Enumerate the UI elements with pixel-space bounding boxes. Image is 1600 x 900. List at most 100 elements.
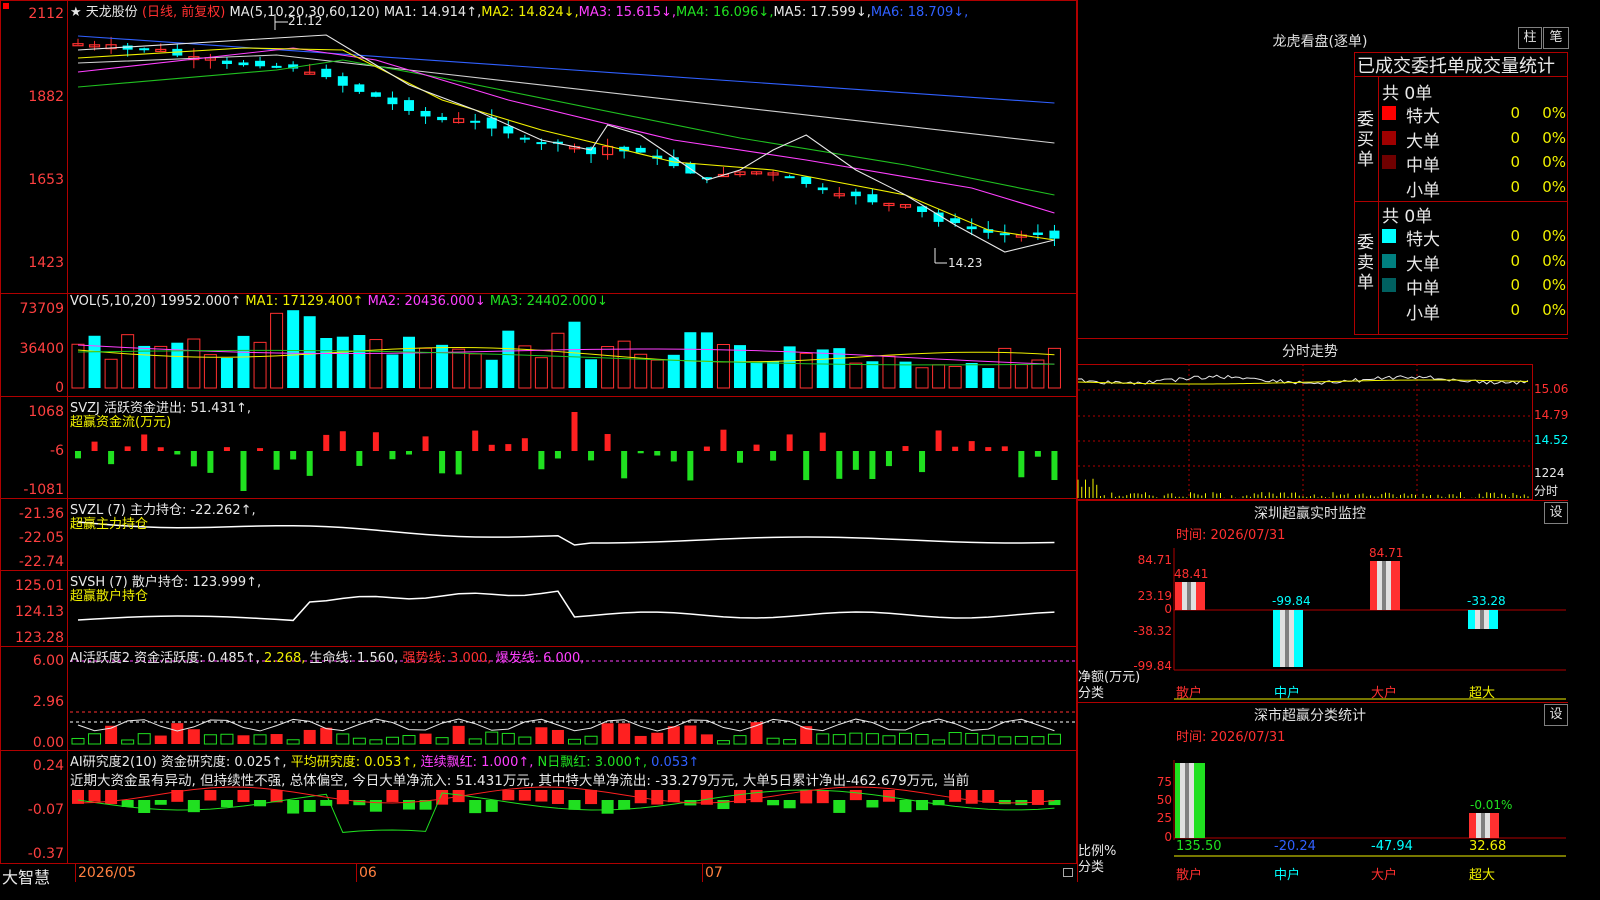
vol-title: VOL(5,10,20) (70, 294, 156, 309)
svzj-subtitle: 超赢资金流(万元) (70, 415, 172, 430)
ma4-line (77, 59, 1055, 196)
activity-bar (303, 729, 316, 744)
svzl-axis-label: -22.74 (18, 554, 64, 570)
svsh-subtitle: 超赢散户持仓 (70, 589, 149, 604)
classify-value: -20.24 (1274, 839, 1316, 854)
order-type-label: 小单 (1406, 180, 1440, 201)
research-bar (518, 790, 531, 801)
classify-category: 中户 (1274, 868, 1301, 883)
classify-category: 大户 (1371, 868, 1398, 883)
volume-bar (734, 345, 746, 388)
monitor-settings-button[interactable]: 设 (1544, 502, 1568, 524)
monitor-category-label: 分类 (1078, 686, 1105, 701)
intraday-chart-frame[interactable] (1077, 364, 1533, 500)
candle-down (387, 97, 398, 105)
candle-down (470, 120, 481, 123)
activity-bar (352, 737, 366, 745)
svzl-axis-label: -22.05 (18, 530, 64, 546)
vol-axis-label: 73709 (19, 301, 64, 317)
monitor-title: 深圳超赢实时监控 (1254, 506, 1366, 522)
candle-down (850, 191, 861, 197)
ma2-line (77, 47, 1055, 241)
monitor-axis-label: 0 (1164, 602, 1172, 616)
research-bar (783, 800, 796, 809)
activity-bar (915, 734, 929, 745)
legend-swatch (1382, 302, 1396, 317)
candle-down (238, 62, 249, 66)
fund-flow-bar (919, 451, 926, 473)
order-percent: 0% (1542, 177, 1566, 196)
tick-mode-button[interactable]: 笔 (1543, 27, 1569, 49)
volume-bar (403, 336, 415, 388)
order-stats-title: 已成交委托单成交量统计 (1357, 56, 1555, 77)
fund-flow-bar (720, 429, 727, 451)
fund-flow-bar (306, 451, 313, 476)
volume-bar (700, 332, 713, 388)
fund-flow-bar (372, 432, 379, 451)
fund-flow-bar (207, 451, 214, 473)
classify-axis-label: 75 (1156, 775, 1172, 789)
date-axis: 大智慧 2026/05 06 07 (0, 864, 1077, 887)
volume-bar (982, 368, 995, 388)
fund-flow-bar (1051, 451, 1058, 481)
legend-swatch (1382, 179, 1396, 194)
activity-bar (385, 736, 399, 745)
fund-flow-bar (770, 451, 777, 461)
activity-bar (882, 735, 896, 745)
legend-swatch (1382, 106, 1396, 120)
volume-bar (915, 367, 929, 389)
monitor-axis-label: 84.71 (1137, 553, 1172, 567)
date-label: 2026/05 (78, 865, 137, 881)
activity-bar (551, 729, 564, 744)
activity-bar (700, 734, 713, 744)
order-count: 0 (1510, 251, 1520, 270)
candle-down (271, 65, 282, 68)
volume-bar (154, 345, 168, 389)
research-bar (386, 790, 399, 802)
activity-bar (402, 735, 416, 745)
candle-down (404, 100, 414, 111)
ai-research-title: AI研究度2(10) 资金研究度: 0.025↑, (70, 755, 287, 770)
intraday-title: 分时走势 (1282, 344, 1338, 360)
dragon-tiger-title: 龙虎看盘(逐单) (1272, 34, 1368, 50)
lock-icon[interactable] (1063, 868, 1073, 877)
divider (1378, 76, 1379, 335)
fund-flow-bar (538, 451, 545, 470)
research-bar (965, 790, 978, 804)
monitor-time: 时间: 2026/07/31 (1176, 528, 1286, 543)
activity-bar (468, 738, 482, 745)
fund-flow-bar (356, 451, 363, 466)
legend-swatch (1382, 130, 1396, 145)
order-count: 0 (1510, 177, 1520, 196)
fund-flow-bar (571, 412, 578, 451)
volume-bar (783, 346, 796, 388)
research-bar (982, 790, 995, 803)
activity-bar (634, 735, 647, 744)
classify-settings-button[interactable]: 设 (1544, 704, 1568, 726)
high-price-label: 21.12 (288, 14, 323, 28)
ai-research-header: AI研究度2(10) 资金研究度: 0.025↑, 平均研究度: 0.053↑,… (70, 751, 699, 770)
vol-header: VOL(5,10,20) 19952.000↑ MA1: 17129.400↑ … (70, 294, 608, 309)
candle-down (966, 226, 977, 230)
research-bar (866, 800, 879, 808)
activity-bar (865, 733, 879, 745)
svzj-axis-label: -6 (50, 443, 64, 459)
intraday-axis-label: 15.06 (1534, 382, 1569, 396)
intraday-axis-unit: 分时 (1534, 484, 1559, 498)
classify-category: 散户 (1176, 868, 1203, 883)
candlestick-chart[interactable] (0, 0, 1077, 864)
fund-flow-bar (389, 451, 396, 460)
classify-title: 深市超赢分类统计 (1254, 708, 1366, 724)
volume-bar (1014, 364, 1028, 389)
research-bar (336, 790, 349, 805)
candle-down (817, 187, 828, 191)
research-bar (585, 790, 598, 805)
volume-bar (485, 359, 498, 388)
activity-bar (320, 727, 333, 744)
volume-bar (203, 354, 217, 389)
candle-down (420, 110, 431, 117)
ma5-line (77, 54, 1055, 144)
column-mode-button[interactable]: 柱 (1518, 27, 1542, 49)
activity-bar (618, 723, 631, 744)
candle-down (337, 76, 348, 86)
